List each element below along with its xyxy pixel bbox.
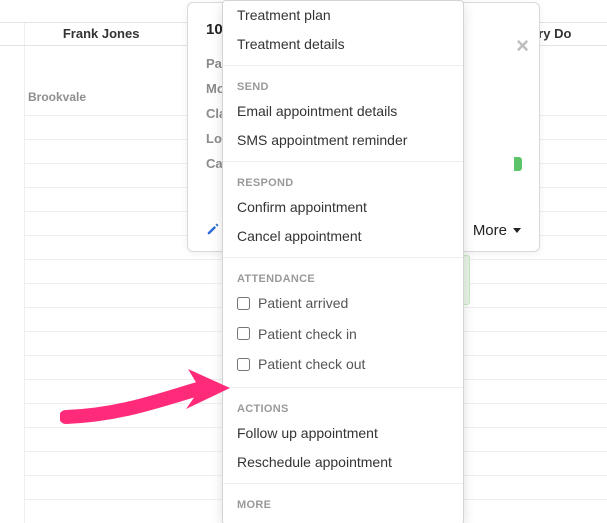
menu-heading-respond: RESPOND xyxy=(223,168,463,193)
more-button[interactable]: More xyxy=(473,222,521,239)
menu-separator xyxy=(223,257,463,258)
appointment-chip[interactable] xyxy=(514,157,522,171)
checkbox-patient-check-out[interactable] xyxy=(237,358,250,371)
menu-separator xyxy=(223,387,463,388)
menu-heading-send: SEND xyxy=(223,72,463,97)
menu-check-patient-check-in[interactable]: Patient check in xyxy=(223,320,463,351)
menu-item-view-all-appointments[interactable]: View all patient's appointments xyxy=(223,515,463,523)
menu-item-email-appointment-details[interactable]: Email appointment details xyxy=(223,97,463,126)
menu-item-treatment-details[interactable]: Treatment details xyxy=(223,30,463,59)
menu-separator xyxy=(223,161,463,162)
menu-check-patient-arrived[interactable]: Patient arrived xyxy=(223,289,463,320)
more-dropdown-menu: Treatment plan Treatment details SEND Em… xyxy=(222,0,464,523)
menu-item-follow-up-appointment[interactable]: Follow up appointment xyxy=(223,419,463,448)
checkbox-label: Patient check out xyxy=(258,356,365,372)
checkbox-patient-check-in[interactable] xyxy=(237,327,250,340)
menu-item-sms-appointment-reminder[interactable]: SMS appointment reminder xyxy=(223,126,463,155)
more-label: More xyxy=(473,222,507,239)
menu-heading-actions: ACTIONS xyxy=(223,394,463,419)
chevron-down-icon xyxy=(513,228,521,233)
menu-separator xyxy=(223,483,463,484)
pencil-icon xyxy=(206,222,220,236)
menu-item-reschedule-appointment[interactable]: Reschedule appointment xyxy=(223,448,463,477)
menu-item-treatment-plan[interactable]: Treatment plan xyxy=(223,1,463,30)
menu-separator xyxy=(223,65,463,66)
practitioner-header-left[interactable]: Frank Jones xyxy=(0,23,202,45)
checkbox-patient-arrived[interactable] xyxy=(237,297,250,310)
close-icon[interactable]: × xyxy=(516,35,529,57)
menu-heading-attendance: ATTENDANCE xyxy=(223,264,463,289)
checkbox-label: Patient check in xyxy=(258,326,357,342)
menu-item-confirm-appointment[interactable]: Confirm appointment xyxy=(223,193,463,222)
menu-item-cancel-appointment[interactable]: Cancel appointment xyxy=(223,222,463,251)
menu-heading-more: MORE xyxy=(223,490,463,515)
menu-check-patient-check-out[interactable]: Patient check out xyxy=(223,350,463,381)
checkbox-label: Patient arrived xyxy=(258,295,348,311)
